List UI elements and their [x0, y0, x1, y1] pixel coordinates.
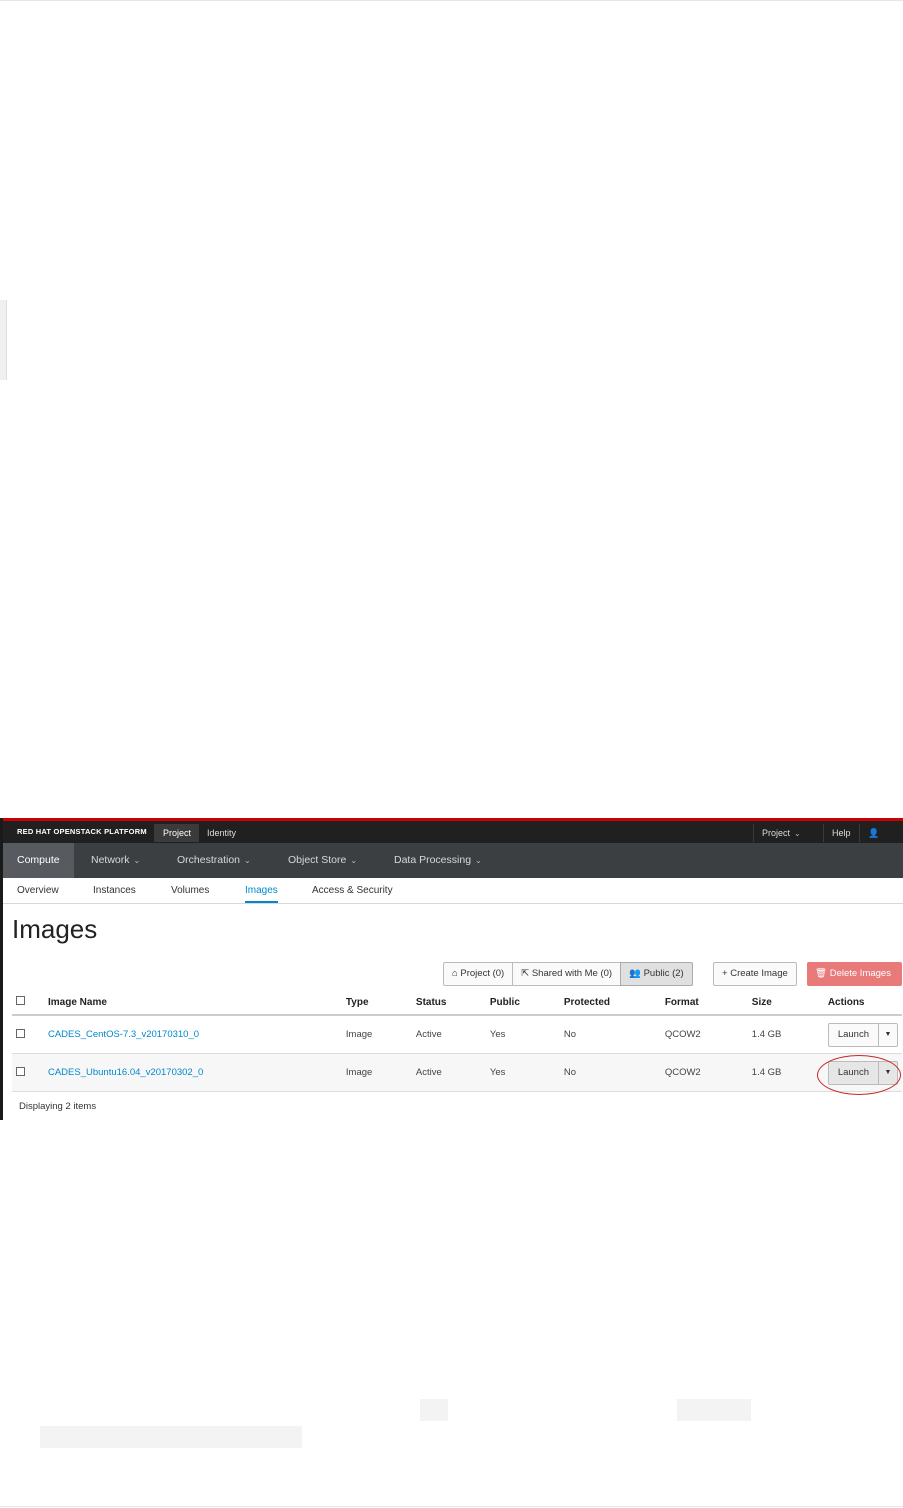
image-name-cell: CADES_CentOS-7.3_v20170310_0	[43, 1015, 342, 1054]
caret-down-icon[interactable]: ▼	[879, 1024, 897, 1046]
page-title: Images	[12, 914, 98, 944]
nav-network[interactable]: Network ⌄	[77, 843, 154, 878]
select-all-cell	[12, 990, 44, 1016]
image-name-link[interactable]: CADES_Ubuntu16.04_v20170302_0	[48, 1067, 203, 1078]
table-row: CADES_Ubuntu16.04_v20170302_0 Image Acti…	[12, 1053, 902, 1092]
subnav-overview[interactable]: Overview	[17, 878, 59, 903]
tab-project[interactable]: Project	[154, 824, 200, 842]
users-icon: 👥	[629, 968, 641, 979]
chevron-down-icon: ⌄	[794, 829, 801, 838]
image-filter-group: ⌂ Project (0) ⇱ Shared with Me (0) 👥 Pub…	[443, 962, 693, 986]
nav-object-store[interactable]: Object Store ⌄	[274, 843, 371, 878]
format-cell: QCOW2	[660, 1053, 748, 1092]
col-status[interactable]: Status	[411, 990, 486, 1016]
format-cell: QCOW2	[660, 1015, 748, 1054]
create-image-button[interactable]: + Create Image	[713, 962, 797, 986]
public-cell: Yes	[485, 1015, 560, 1054]
row-select-cell	[12, 1015, 44, 1054]
protected-cell: No	[559, 1053, 661, 1092]
chevron-down-icon: ⌄	[133, 856, 141, 865]
table-row: CADES_CentOS-7.3_v20170310_0 Image Activ…	[12, 1015, 902, 1054]
subnav-access-security[interactable]: Access & Security	[312, 878, 393, 903]
subnav-volumes[interactable]: Volumes	[171, 878, 209, 903]
col-image-name[interactable]: Image Name	[43, 990, 342, 1016]
project-menu[interactable]: Project ⌄	[753, 824, 809, 842]
item-count: Displaying 2 items	[19, 1101, 97, 1112]
faint-block	[420, 1399, 448, 1421]
images-table: Image Name Type Status Public Protected …	[12, 990, 902, 1092]
nav-orchestration[interactable]: Orchestration ⌄	[163, 843, 265, 878]
filter-project-label: Project (0)	[460, 968, 505, 979]
chevron-down-icon: ⌄	[475, 856, 482, 865]
filter-shared-label: Shared with Me (0)	[531, 968, 613, 979]
page-top-divider	[0, 0, 903, 1]
col-actions: Actions	[823, 990, 902, 1016]
launch-split-button: Launch ▼	[827, 1022, 898, 1047]
protected-cell: No	[559, 1015, 661, 1054]
nav-data-processing[interactable]: Data Processing ⌄	[380, 843, 496, 878]
faint-block	[40, 1426, 302, 1448]
brand-logo: RED HAT OPENSTACK PLATFORM	[17, 827, 147, 836]
col-type[interactable]: Type	[341, 990, 412, 1016]
user-menu[interactable]: 👤 va8⌄	[859, 824, 903, 856]
main-navigation: Compute Network ⌄ Orchestration ⌄ Object S…	[3, 843, 903, 878]
sub-navigation: Overview Instances Volumes Images Access…	[3, 878, 903, 904]
nav-compute[interactable]: Compute	[3, 843, 74, 878]
top-bar: RED HAT OPENSTACK PLATFORM Project Ident…	[3, 821, 903, 856]
faint-block	[677, 1399, 751, 1421]
delete-images-button[interactable]: 🗑 Delete Images	[807, 962, 902, 986]
margin-bar	[0, 300, 7, 380]
openstack-screenshot: RED HAT OPENSTACK PLATFORM Project Ident…	[0, 818, 903, 1120]
size-cell: 1.4 GB	[747, 1015, 824, 1054]
table-header-row: Image Name Type Status Public Protected …	[12, 990, 902, 1016]
row-checkbox[interactable]	[16, 1028, 25, 1038]
type-cell: Image	[341, 1053, 412, 1092]
help-link[interactable]: Help	[823, 824, 859, 842]
status-cell: Active	[411, 1015, 486, 1054]
col-public[interactable]: Public	[485, 990, 560, 1016]
col-size[interactable]: Size	[747, 990, 824, 1016]
project-menu-label: Project	[762, 828, 791, 838]
page-bottom-divider	[0, 1506, 903, 1507]
highlight-annotation	[817, 1055, 901, 1095]
nav-orchestration-label: Orchestration	[177, 854, 241, 866]
home-icon: ⌂	[452, 968, 458, 979]
col-format[interactable]: Format	[660, 990, 748, 1016]
chevron-down-icon: ⌄	[350, 856, 358, 865]
size-cell: 1.4 GB	[747, 1053, 824, 1092]
launch-button[interactable]: Launch	[829, 1023, 879, 1046]
nav-data-processing-label: Data Processing	[394, 854, 472, 866]
filter-public-label: Public (2)	[643, 968, 684, 979]
trash-icon: 🗑	[815, 968, 828, 979]
nav-network-label: Network	[91, 854, 130, 866]
chevron-down-icon: ⌄	[244, 856, 251, 865]
filter-public-button[interactable]: 👥 Public (2)	[620, 962, 693, 986]
user-icon: 👤	[868, 828, 880, 838]
subnav-instances[interactable]: Instances	[93, 878, 136, 903]
plus-icon: +	[722, 968, 728, 979]
tab-identity[interactable]: Identity	[198, 824, 244, 842]
image-name-cell: CADES_Ubuntu16.04_v20170302_0	[43, 1053, 342, 1092]
create-image-label: Create Image	[730, 968, 788, 979]
type-cell: Image	[341, 1015, 412, 1054]
public-cell: Yes	[485, 1053, 560, 1092]
delete-images-label: Delete Images	[829, 968, 891, 979]
filter-shared-button[interactable]: ⇱ Shared with Me (0)	[512, 962, 622, 986]
row-checkbox[interactable]	[16, 1066, 25, 1076]
col-protected[interactable]: Protected	[559, 990, 661, 1016]
share-icon: ⇱	[521, 968, 530, 979]
select-all-checkbox[interactable]	[16, 996, 25, 1005]
image-name-link[interactable]: CADES_CentOS-7.3_v20170310_0	[48, 1029, 199, 1040]
filter-project-button[interactable]: ⌂ Project (0)	[443, 962, 514, 986]
status-cell: Active	[411, 1053, 486, 1092]
actions-cell: Launch ▼	[823, 1015, 902, 1054]
nav-object-store-label: Object Store	[288, 854, 347, 866]
subnav-images[interactable]: Images	[245, 878, 278, 903]
row-select-cell	[12, 1053, 44, 1092]
